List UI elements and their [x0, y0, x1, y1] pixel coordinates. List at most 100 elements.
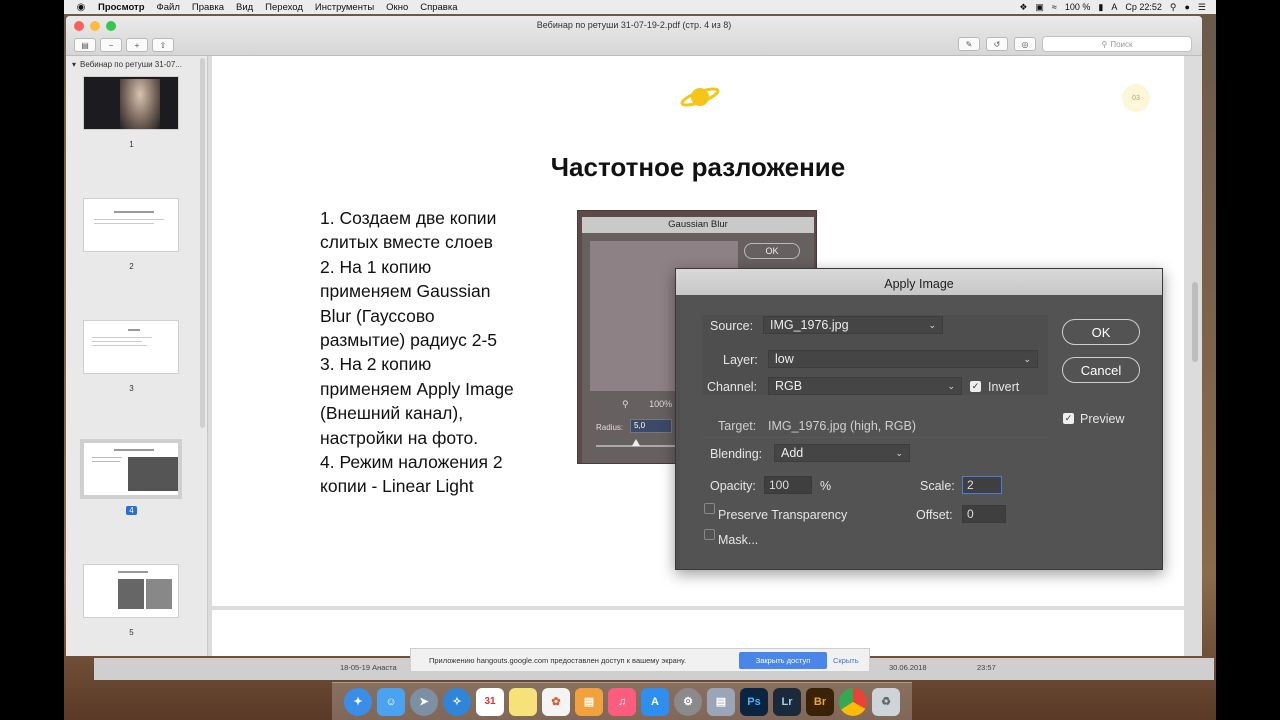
menu-help[interactable]: Справка: [420, 2, 457, 13]
thumbnail-page-1[interactable]: 1: [83, 76, 180, 149]
sidebar-doc-header[interactable]: ▾ Вебинар по ретуши 31-07...: [72, 60, 182, 69]
clock[interactable]: Ср 22:52: [1125, 2, 1162, 12]
photoshop-icon[interactable]: Ps: [740, 687, 768, 716]
wifi-icon[interactable]: ≈: [1052, 2, 1057, 12]
image-capture-icon[interactable]: ▤: [707, 687, 735, 716]
toolbar-right: ✎ ↺ ◎ ⚲ Поиск: [958, 36, 1192, 52]
screen-share-notification: Приложению hangouts.google.com предостав…: [410, 648, 870, 672]
menu-app-preview[interactable]: Просмотр: [98, 2, 145, 13]
trash-icon[interactable]: ♻: [872, 687, 900, 716]
preserve-transparency-label: Preserve Transparency: [718, 508, 848, 522]
dropbox-icon[interactable]: ❖: [1019, 2, 1027, 13]
menu-view[interactable]: Вид: [236, 2, 253, 13]
chevron-down-icon: ⌄: [895, 448, 903, 458]
system-preferences-icon[interactable]: ⚙: [674, 687, 702, 716]
thumb-photo: [118, 579, 144, 609]
battery-percent[interactable]: 100 %: [1065, 2, 1091, 12]
menu-window[interactable]: Окно: [386, 2, 408, 13]
slide-title: Частотное разложение: [550, 152, 846, 182]
stop-sharing-button[interactable]: Закрыть доступ: [739, 652, 827, 669]
input-language[interactable]: A: [1111, 2, 1117, 12]
apply-image-cancel-button: Cancel: [1062, 357, 1140, 383]
share-button[interactable]: ⇧: [152, 38, 174, 52]
thumbnail-page-3[interactable]: 3: [83, 320, 180, 393]
siri-icon[interactable]: ●: [1184, 2, 1189, 12]
search-icon: ⚲: [1101, 39, 1108, 49]
planet-logo-icon: [680, 87, 720, 107]
menu-bar: ◉ Просмотр Файл Правка Вид Переход Инстр…: [64, 0, 1216, 14]
thumbnail-image: [83, 564, 179, 618]
zoom-in-button[interactable]: +: [126, 38, 148, 52]
thumb-line: [94, 219, 164, 220]
channel-dropdown: RGB ⌄: [768, 377, 962, 395]
calendar-icon[interactable]: 31: [476, 687, 504, 716]
document-scrollbar[interactable]: [1192, 282, 1198, 362]
source-label: Source:: [710, 319, 754, 333]
opacity-field: 100: [764, 476, 812, 494]
thumbnail-image: [83, 198, 179, 252]
channel-label: Channel:: [707, 380, 758, 394]
thumb-line: [92, 341, 142, 342]
search-field[interactable]: ⚲ Поиск: [1042, 36, 1192, 52]
safari-compass-icon[interactable]: ✧: [443, 687, 471, 716]
rotate-button[interactable]: ↺: [986, 37, 1008, 51]
lightroom-icon[interactable]: Lr: [773, 687, 801, 716]
search-placeholder: Поиск: [1110, 39, 1133, 49]
preview-window: Вебинар по ретуши 31-07-19-2.pdf (стр. 4…: [66, 16, 1202, 656]
photos-icon[interactable]: ✿: [542, 687, 570, 716]
source-dropdown: IMG_1976.jpg ⌄: [763, 316, 943, 334]
thumb-line: [128, 329, 140, 331]
safari-icon[interactable]: ✦: [344, 687, 372, 716]
app-store-icon[interactable]: A: [641, 687, 669, 716]
thumbnail-number-selected: 4: [126, 506, 137, 515]
blending-value: Add: [781, 446, 804, 460]
thumb-line: [92, 457, 122, 458]
menu-tools[interactable]: Инструменты: [315, 2, 374, 13]
zoom-out-button[interactable]: −: [100, 38, 122, 52]
toolbar-left: ▤ − + ⇧: [74, 38, 174, 52]
markup-pen-button[interactable]: ✎: [958, 37, 980, 51]
thumbnail-page-4[interactable]: 4: [80, 439, 182, 518]
thumbnail-page-2[interactable]: 2: [83, 198, 180, 271]
disclosure-triangle-icon[interactable]: ▾: [72, 60, 76, 69]
notification-center-icon[interactable]: ☰: [1198, 2, 1206, 13]
menu-file[interactable]: Файл: [157, 2, 180, 13]
markup-toolbar-button[interactable]: ◎: [1014, 37, 1036, 51]
sidebar-scrollbar[interactable]: [200, 58, 205, 428]
notes-icon[interactable]: [509, 687, 537, 716]
finder-icon[interactable]: ☺: [377, 687, 405, 716]
layer-dropdown: low ⌄: [768, 350, 1038, 368]
books-icon[interactable]: ▤: [575, 687, 603, 716]
menu-go[interactable]: Переход: [265, 2, 303, 13]
title-bar: Вебинар по ретуши 31-07-19-2.pdf (стр. 4…: [66, 16, 1202, 56]
sidebar-toggle-button[interactable]: ▤: [74, 38, 96, 52]
thumbnail-image: [83, 320, 179, 374]
launchpad-icon[interactable]: ➤: [410, 687, 438, 716]
itunes-icon[interactable]: ♫: [608, 687, 636, 716]
thumbnail-page-5[interactable]: 5: [83, 564, 180, 637]
blur-zoom-level: ⚲ 100%: [622, 399, 672, 410]
menu-edit[interactable]: Правка: [192, 2, 224, 13]
scale-label: Scale:: [920, 479, 955, 493]
hide-notification-link[interactable]: Скрыть: [833, 656, 859, 665]
apple-menu-icon[interactable]: ◉: [74, 2, 88, 13]
portrait-photo: [120, 79, 160, 129]
chrome-icon[interactable]: [839, 687, 867, 716]
pdf-page: 03 Частотное разложение 1. Создаем две к…: [212, 56, 1184, 606]
camera-icon[interactable]: ▣: [1035, 2, 1044, 13]
thumbnail-image: [80, 439, 182, 499]
thumbnail-number: 1: [129, 140, 134, 149]
thumbnail-number: 3: [129, 384, 134, 393]
thumbnail-image: [83, 76, 179, 130]
offset-label: Offset:: [916, 508, 953, 522]
opacity-unit: %: [820, 479, 832, 493]
spotlight-icon[interactable]: ⚲: [1170, 2, 1177, 13]
thumb-screenshot: [128, 457, 178, 491]
mask-checkbox: [704, 529, 715, 540]
preview-label: Preview: [1080, 412, 1125, 426]
source-value: IMG_1976.jpg: [770, 318, 849, 332]
background-file-name: 18-05-19 Анаста: [340, 663, 397, 672]
preserve-transparency-checkbox: [704, 503, 715, 514]
opacity-label: Opacity:: [710, 479, 756, 493]
bridge-icon[interactable]: Br: [806, 687, 834, 716]
